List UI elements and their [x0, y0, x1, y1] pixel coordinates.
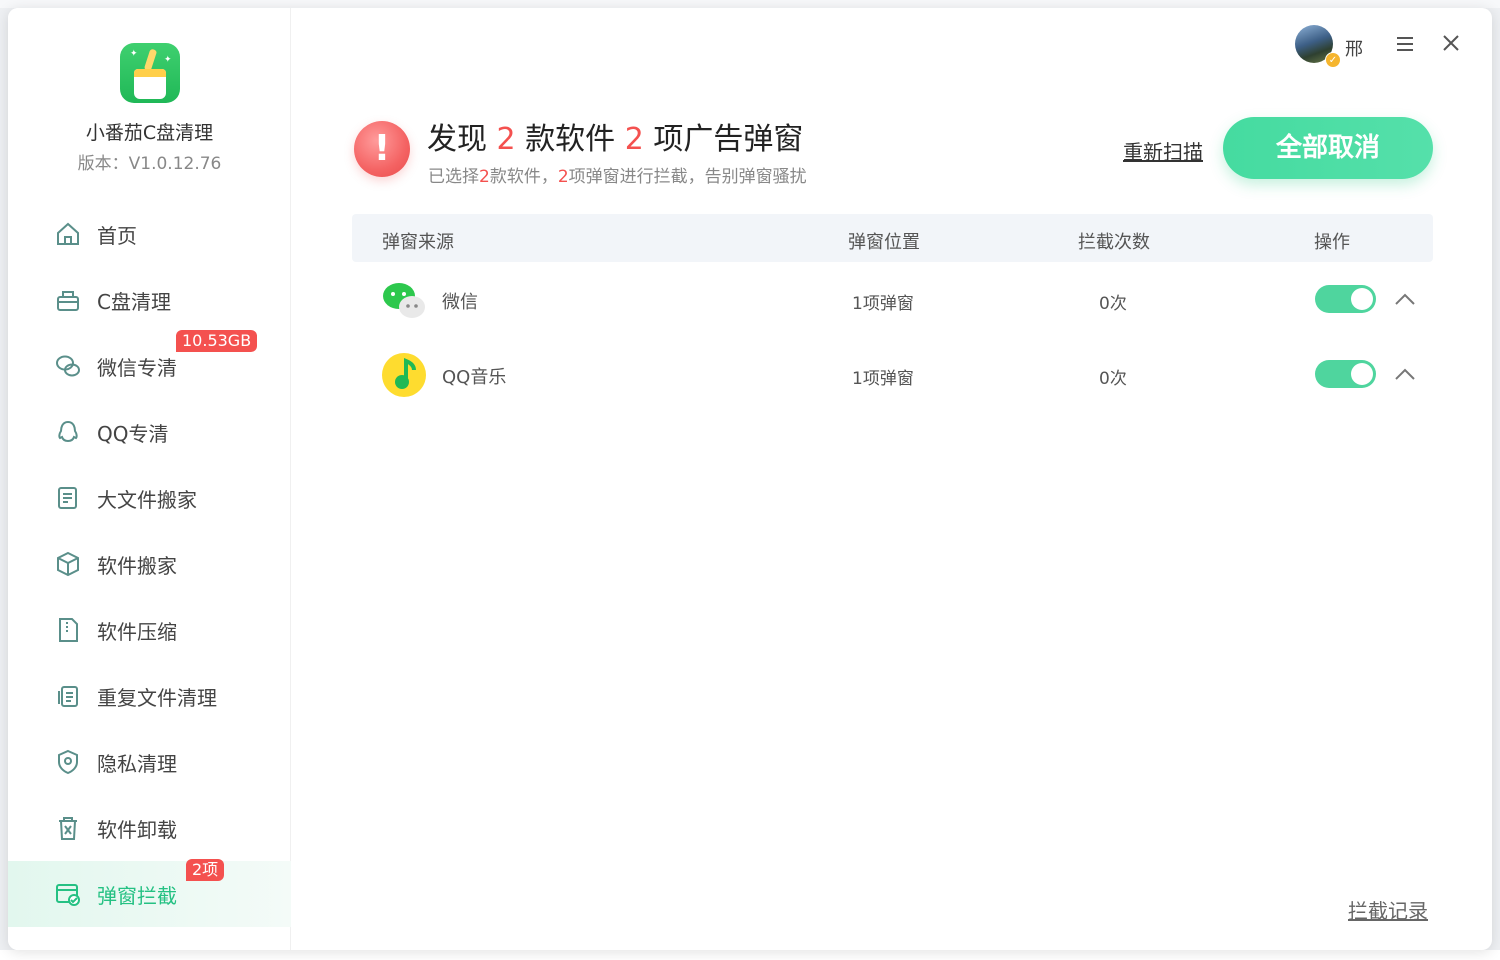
- chevron-up-icon[interactable]: [1393, 290, 1417, 308]
- sidebar-item-uninstall[interactable]: 软件卸载: [8, 795, 291, 861]
- wechat-app-icon: [380, 276, 428, 324]
- app-logo: ✦ ✦: [120, 43, 180, 103]
- table-row: QQ音乐 1项弹窗 0次: [352, 337, 1433, 411]
- basket-icon: [53, 285, 83, 315]
- sidebar-item-label: 软件卸载: [97, 817, 177, 842]
- sidebar-item-large-files[interactable]: 大文件搬家: [8, 465, 291, 531]
- popup-position-cell: 1项弹窗: [852, 369, 914, 389]
- block-count-cell: 0次: [1099, 294, 1127, 314]
- sidebar-item-label: C盘清理: [97, 289, 171, 314]
- shield-icon: [53, 747, 83, 777]
- popup-block-icon: [53, 879, 83, 909]
- sidebar-item-label: 弹窗拦截: [97, 883, 177, 908]
- zip-icon: [53, 615, 83, 645]
- qqmusic-app-icon: [380, 351, 428, 399]
- table-row: 微信 1项弹窗 0次: [352, 262, 1433, 336]
- sidebar-item-qq[interactable]: QQ专清: [8, 399, 291, 465]
- sidebar-item-privacy[interactable]: 隐私清理: [8, 729, 291, 795]
- sidebar-item-software-move[interactable]: 软件搬家: [8, 531, 291, 597]
- block-toggle[interactable]: [1315, 360, 1376, 388]
- popup-count-badge: 2项: [186, 859, 225, 881]
- sidebar-item-label: 隐私清理: [97, 751, 177, 776]
- column-header-action: 操作: [1314, 232, 1350, 253]
- page-title: 发现 2 款软件 2 项广告弹窗: [427, 122, 804, 157]
- popup-count: 2: [624, 122, 644, 157]
- sidebar-item-home[interactable]: 首页: [8, 201, 291, 267]
- app-name-cell: 微信: [442, 292, 478, 313]
- warning-icon: !: [354, 121, 410, 177]
- column-header-position: 弹窗位置: [848, 232, 920, 253]
- vip-check-icon: ✓: [1325, 52, 1341, 68]
- sidebar-item-label: 软件压缩: [97, 619, 177, 644]
- software-count: 2: [496, 122, 516, 157]
- sidebar-item-label: QQ专清: [97, 421, 169, 446]
- page-subtitle: 已选择2款软件，2项弹窗进行拦截，告别弹窗骚扰: [428, 167, 807, 187]
- qq-icon: [53, 417, 83, 447]
- block-toggle[interactable]: [1315, 285, 1376, 313]
- sidebar-item-label: 大文件搬家: [97, 487, 197, 512]
- sidebar-item-c-clean[interactable]: C盘清理: [8, 267, 291, 333]
- wechat-icon: [53, 351, 83, 381]
- cancel-all-button[interactable]: 全部取消: [1223, 117, 1433, 179]
- column-header-count: 拦截次数: [1078, 232, 1150, 253]
- sidebar-item-wechat[interactable]: 微信专清 10.53GB: [8, 330, 291, 399]
- background-app-bottom: [0, 950, 1500, 960]
- app-name-cell: QQ音乐: [442, 367, 507, 388]
- sidebar-item-compress[interactable]: 软件压缩: [8, 597, 291, 663]
- box-icon: [53, 549, 83, 579]
- app-name: 小番茄C盘清理: [85, 122, 214, 144]
- main-panel: ✓ 邢 ! 发现 2 款软件 2 项广告弹窗 已选择2款软件，2项弹窗进行拦截，…: [292, 8, 1492, 950]
- sidebar-item-label: 软件搬家: [97, 553, 177, 578]
- sidebar-item-popup-block[interactable]: 弹窗拦截 2项: [8, 859, 291, 927]
- block-history-link[interactable]: 拦截记录: [1348, 895, 1428, 924]
- trash-icon: [53, 813, 83, 843]
- column-header-source: 弹窗来源: [382, 232, 454, 253]
- sidebar-item-label: 微信专清: [97, 355, 177, 380]
- background-app-strip: [0, 0, 1500, 8]
- user-name[interactable]: 邢: [1345, 35, 1363, 61]
- sidebar: ✦ ✦ 小番茄C盘清理 版本：V1.0.12.76 首页 C盘清理 微信专清 1…: [8, 8, 291, 950]
- app-window: ✦ ✦ 小番茄C盘清理 版本：V1.0.12.76 首页 C盘清理 微信专清 1…: [8, 8, 1492, 950]
- sidebar-item-label: 首页: [97, 223, 137, 248]
- sidebar-nav: 首页 C盘清理 微信专清 10.53GB QQ专清 大文件搬家 软件搬家 软件压…: [8, 201, 291, 927]
- table-header: 弹窗来源 弹窗位置 拦截次数 操作: [352, 214, 1433, 262]
- wechat-size-badge: 10.53GB: [176, 330, 258, 352]
- chevron-up-icon[interactable]: [1393, 365, 1417, 383]
- close-icon[interactable]: [1440, 32, 1462, 54]
- duplicate-icon: [53, 681, 83, 711]
- rescan-link[interactable]: 重新扫描: [1123, 136, 1203, 165]
- menu-icon[interactable]: [1394, 34, 1416, 54]
- app-version: 版本：V1.0.12.76: [77, 154, 222, 174]
- sidebar-item-label: 重复文件清理: [97, 685, 217, 710]
- home-icon: [53, 219, 83, 249]
- sidebar-item-duplicate[interactable]: 重复文件清理: [8, 663, 291, 729]
- popup-position-cell: 1项弹窗: [852, 294, 914, 314]
- block-count-cell: 0次: [1099, 369, 1127, 389]
- file-move-icon: [53, 483, 83, 513]
